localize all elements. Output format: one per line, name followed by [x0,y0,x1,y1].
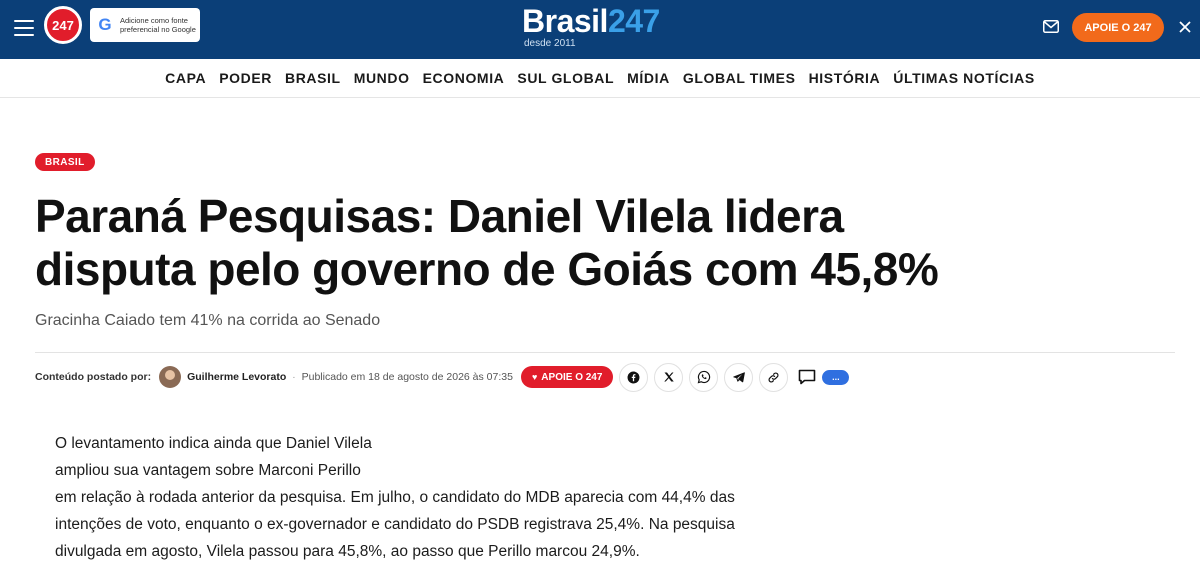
author-name[interactable]: Guilherme Levorato [187,371,286,383]
google-g-icon: G [98,15,112,34]
more-options-button[interactable]: ... [822,369,850,385]
share-whatsapp-button[interactable] [689,362,719,392]
copy-link-button[interactable] [759,362,789,392]
brand-since: desde 2011 [524,38,576,49]
mail-icon[interactable] [1043,20,1059,33]
apoie-inline-button[interactable]: ♥ APOIE O 247 [520,366,614,388]
nav-item-mundo[interactable]: MUNDO [354,70,410,86]
apoie-header-button[interactable]: APOIE O 247 [1072,13,1164,42]
site-logo-badge[interactable]: 247 [44,6,82,44]
close-icon[interactable] [1178,20,1192,34]
share-x-button[interactable] [654,362,684,392]
meta-separator: · [292,371,296,383]
article-title-line-1: Paraná Pesquisas: Daniel Vilela lidera [35,190,844,242]
nav-item-midia[interactable]: MÍDIA [627,70,670,86]
body-line: em relação à rodada anterior da pesquisa… [55,489,735,506]
nav-item-capa[interactable]: CAPA [165,70,206,86]
nav-item-global-times[interactable]: GLOBAL TIMES [683,70,796,86]
hamburger-menu-icon[interactable] [14,20,34,38]
share-facebook-button[interactable] [619,362,649,392]
body-line: O levantamento indica ainda que Daniel V… [55,435,372,452]
posted-by-label: Conteúdo postado por: [35,371,152,383]
body-line: ampliou sua vantagem sobre Marconi Peril… [55,462,361,479]
share-telegram-button[interactable] [724,362,754,392]
comment-icon[interactable] [798,369,816,385]
nav-item-brasil[interactable]: BRASIL [285,70,341,86]
google-preferred-source-button[interactable]: G Adicione como fonte preferencial no Go… [90,8,200,42]
published-date: Publicado em 18 de agosto de 2026 às 07:… [301,371,513,383]
nav-item-economia[interactable]: ECONOMIA [423,70,505,86]
brand-logo[interactable]: Brasil247 desde 2011 [522,4,692,54]
main-nav: CAPA PODER BRASIL MUNDO ECONOMIA SUL GLO… [0,59,1200,98]
nav-item-ultimas-noticias[interactable]: ÚLTIMAS NOTÍCIAS [893,70,1035,86]
article-subtitle: Gracinha Caiado tem 41% na corrida ao Se… [35,312,381,329]
nav-item-sul-global[interactable]: SUL GLOBAL [517,70,614,86]
facebook-icon [627,371,640,383]
heart-icon: ♥ [531,372,538,382]
divider [35,352,1175,353]
brand-name: Brasil [522,3,608,39]
nav-item-poder[interactable]: PODER [219,70,272,86]
author-avatar[interactable] [159,366,182,388]
site-header: 247 G Adicione como fonte preferencial n… [0,0,1200,59]
body-line: intenções de voto, enquanto o ex-governa… [55,516,735,533]
telegram-icon [733,372,745,383]
article-title-line-2: disputa pelo governo de Goiás com 45,8% [35,243,939,295]
apoie-inline-label: APOIE O 247 [541,371,603,383]
whatsapp-icon [697,370,711,384]
article-meta: Conteúdo postado por: Guilherme Levorato… [35,362,1175,392]
nav-item-historia[interactable]: HISTÓRIA [809,70,881,86]
brand-name-accent: 247 [607,3,660,39]
body-line: divulgada em agosto, Vilela passou para … [55,543,640,560]
link-icon [768,372,779,382]
article-body: O levantamento indica ainda que Daniel V… [55,430,795,565]
category-tag[interactable]: BRASIL [35,153,95,171]
google-badge-text: Adicione como fonte preferencial no Goog… [120,16,196,34]
article-title: Paraná Pesquisas: Daniel Vilela lidera d… [35,190,1175,296]
x-icon [664,372,674,382]
